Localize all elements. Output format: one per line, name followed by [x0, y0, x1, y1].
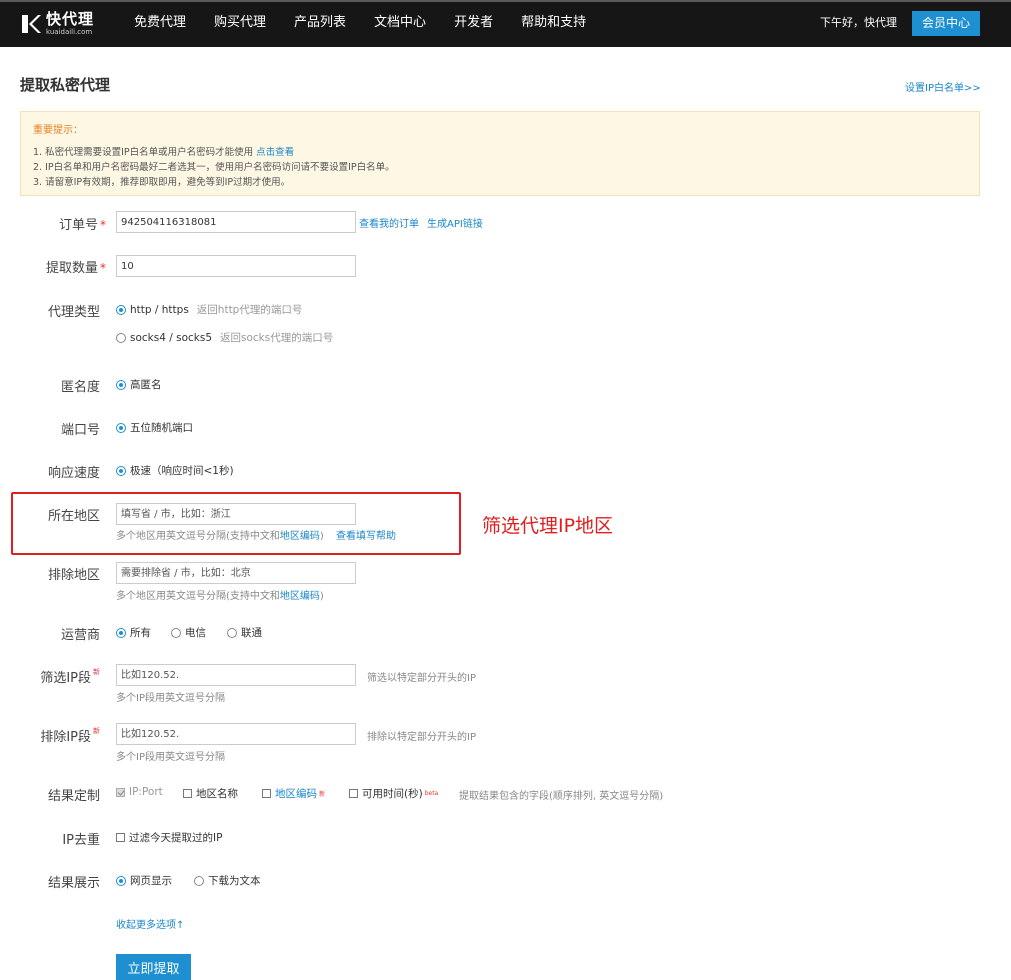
field-available-time-checkbox[interactable]: 可用时间(秒) beta — [349, 786, 438, 801]
exclude-region-hint: 多个地区用英文逗号分隔(支持中文和地区编码) — [116, 591, 324, 602]
notice-line-1: 1. 私密代理需要设置IP白名单或用户名密码才能使用 点击查看 — [33, 147, 295, 158]
display-web-radio[interactable]: 网页显示 — [116, 873, 172, 888]
field-ip-port-checkbox: IP:Port — [116, 786, 163, 798]
result-custom-desc: 提取结果包含的字段(顺序排列, 英文逗号分隔) — [459, 791, 664, 802]
count-input[interactable] — [116, 255, 356, 277]
exclude-ip-label: 排除IP段新 — [40, 727, 100, 745]
view-my-orders-link[interactable]: 查看我的订单 — [359, 215, 419, 230]
carrier-telecom-radio[interactable]: 电信 — [171, 625, 206, 640]
user-greeting[interactable]: 下午好，快代理 — [820, 2, 897, 43]
field-region-name-checkbox[interactable]: 地区名称 — [183, 786, 238, 801]
carrier-all-radio[interactable]: 所有 — [116, 625, 151, 640]
top-nav-bar: 快代理 kuaidaili.com 免费代理 购买代理 产品列表 文档中心 开发… — [0, 0, 1011, 47]
member-center-button[interactable]: 会员中心 — [912, 11, 980, 36]
nav-item-docs[interactable]: 文档中心 — [360, 2, 440, 47]
exclude-region-input[interactable] — [116, 562, 356, 584]
nav-item-help[interactable]: 帮助和支持 — [507, 2, 600, 47]
extract-now-button[interactable]: 立即提取 — [116, 954, 191, 980]
checkbox-icon — [116, 833, 125, 842]
display-download-radio[interactable]: 下载为文本 — [194, 873, 261, 888]
anonymity-label: 匿名度 — [60, 380, 100, 395]
proxy-type-label: 代理类型 — [47, 305, 100, 320]
filter-ip-desc: 筛选以特定部分开头的IP — [367, 673, 476, 684]
checkbox-disabled-icon — [116, 787, 125, 797]
logo-k-icon — [20, 13, 42, 35]
nav-item-developer[interactable]: 开发者 — [440, 2, 507, 47]
proxy-type-http-radio[interactable]: http / https 返回http代理的端口号 — [116, 302, 302, 317]
notice-click-to-view-link[interactable]: 点击查看 — [256, 147, 294, 158]
port-random-radio[interactable]: 五位随机端口 — [116, 420, 193, 435]
filter-ip-label: 筛选IP段新 — [40, 668, 100, 686]
carrier-label: 运营商 — [60, 628, 100, 643]
proxy-type-socks-radio[interactable]: socks4 / socks5 返回socks代理的端口号 — [116, 330, 333, 345]
filter-ip-input[interactable] — [116, 664, 356, 686]
count-label: 提取数量 * — [45, 261, 106, 276]
notice-line-2: 2. IP白名单和用户名密码最好二者选其一，使用用户名密码访问请不要设置IP白名… — [33, 162, 395, 173]
radio-unchecked-icon — [194, 875, 204, 886]
notice-line-3: 3. 请留意IP有效期，推荐即取即用，避免等到IP过期才使用。 — [33, 177, 291, 188]
radio-checked-icon — [116, 304, 126, 315]
nav-item-buy-proxy[interactable]: 购买代理 — [200, 2, 280, 47]
logo-text: 快代理 — [46, 10, 95, 28]
exclude-ip-input[interactable] — [116, 723, 356, 745]
exclude-region-label: 排除地区 — [47, 568, 100, 583]
dedupe-label: IP去重 — [62, 833, 100, 848]
filter-ip-hint: 多个IP段用英文逗号分隔 — [116, 693, 225, 704]
main-nav: 免费代理 购买代理 产品列表 文档中心 开发者 帮助和支持 — [120, 2, 600, 47]
radio-checked-icon — [116, 875, 126, 886]
nav-item-free-proxy[interactable]: 免费代理 — [120, 2, 200, 47]
collapse-options-link[interactable]: 收起更多选项↑ — [116, 916, 184, 931]
annotation-text: 筛选代理IP地区 — [482, 515, 614, 537]
radio-checked-icon — [116, 465, 126, 476]
site-logo[interactable]: 快代理 kuaidaili.com — [20, 11, 94, 37]
result-custom-label: 结果定制 — [47, 789, 100, 804]
region-highlight-box — [11, 492, 461, 555]
notice-box: 重要提示： 1. 私密代理需要设置IP白名单或用户名密码才能使用 点击查看 2.… — [20, 111, 980, 196]
order-number-input[interactable] — [116, 211, 356, 233]
field-region-code-checkbox[interactable]: 地区编码新 — [262, 786, 325, 801]
speed-label: 响应速度 — [47, 466, 100, 481]
dedupe-today-checkbox[interactable]: 过滤今天提取过的IP — [116, 830, 222, 845]
port-label: 端口号 — [60, 423, 100, 438]
anonymity-high-radio[interactable]: 高匿名 — [116, 377, 162, 392]
exclude-ip-hint: 多个IP段用英文逗号分隔 — [116, 752, 225, 763]
exclude-ip-desc: 排除以特定部分开头的IP — [367, 732, 476, 743]
display-label: 结果展示 — [47, 876, 100, 891]
speed-fast-radio[interactable]: 极速（响应时间<1秒) — [116, 463, 234, 478]
checkbox-icon — [183, 789, 192, 798]
logo-domain: kuaidaili.com — [46, 28, 93, 36]
radio-checked-icon — [116, 422, 126, 433]
nav-item-products[interactable]: 产品列表 — [280, 2, 360, 47]
generate-api-link[interactable]: 生成API链接 — [427, 215, 483, 230]
notice-title: 重要提示： — [33, 125, 83, 136]
checkbox-icon — [262, 789, 271, 798]
set-ip-whitelist-link[interactable]: 设置IP白名单>> — [905, 79, 981, 94]
carrier-unicom-radio[interactable]: 联通 — [227, 625, 262, 640]
exclude-region-code-link[interactable]: 地区编码 — [280, 591, 320, 602]
order-label: 订单号 * — [58, 218, 106, 233]
radio-checked-icon — [116, 627, 126, 638]
radio-unchecked-icon — [171, 627, 181, 638]
checkbox-icon — [349, 789, 358, 798]
page-title: 提取私密代理 — [20, 76, 111, 94]
radio-unchecked-icon — [227, 627, 237, 638]
radio-checked-icon — [116, 379, 126, 390]
radio-unchecked-icon — [116, 332, 126, 343]
